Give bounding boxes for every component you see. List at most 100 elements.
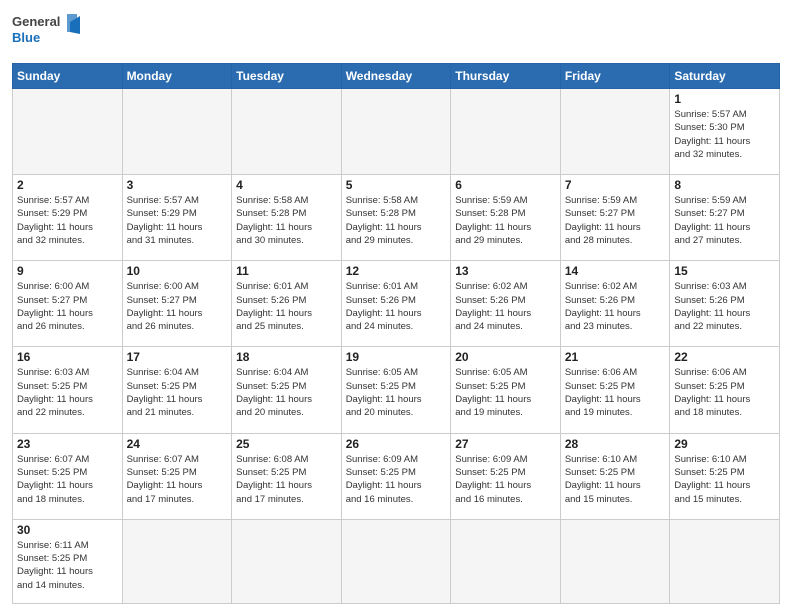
calendar-cell: 4 Sunrise: 5:58 AM Sunset: 5:28 PM Daylig… (232, 175, 342, 261)
day-info: Sunrise: 6:01 AM Sunset: 5:26 PM Dayligh… (236, 280, 337, 333)
day-info: Sunrise: 6:05 AM Sunset: 5:25 PM Dayligh… (346, 366, 447, 419)
day-number: 28 (565, 437, 666, 451)
calendar-cell: 15 Sunrise: 6:03 AM Sunset: 5:26 PM Dayli… (670, 261, 780, 347)
calendar-table: SundayMondayTuesdayWednesdayThursdayFrid… (12, 63, 780, 604)
calendar-cell: 17 Sunrise: 6:04 AM Sunset: 5:25 PM Dayli… (122, 347, 232, 433)
calendar-cell (232, 89, 342, 175)
day-info: Sunrise: 5:57 AM Sunset: 5:30 PM Dayligh… (674, 108, 775, 161)
day-info: Sunrise: 6:08 AM Sunset: 5:25 PM Dayligh… (236, 453, 337, 506)
day-info: Sunrise: 5:59 AM Sunset: 5:27 PM Dayligh… (565, 194, 666, 247)
calendar-cell (232, 519, 342, 603)
day-number: 11 (236, 264, 337, 278)
calendar-cell (451, 519, 561, 603)
day-info: Sunrise: 6:03 AM Sunset: 5:26 PM Dayligh… (674, 280, 775, 333)
day-info: Sunrise: 5:59 AM Sunset: 5:28 PM Dayligh… (455, 194, 556, 247)
day-number: 22 (674, 350, 775, 364)
week-row-2: 2 Sunrise: 5:57 AM Sunset: 5:29 PM Daylig… (13, 175, 780, 261)
calendar-cell: 2 Sunrise: 5:57 AM Sunset: 5:29 PM Daylig… (13, 175, 123, 261)
header: General Blue (12, 10, 780, 55)
day-number: 4 (236, 178, 337, 192)
calendar-cell: 16 Sunrise: 6:03 AM Sunset: 5:25 PM Dayli… (13, 347, 123, 433)
day-number: 19 (346, 350, 447, 364)
day-info: Sunrise: 6:04 AM Sunset: 5:25 PM Dayligh… (127, 366, 228, 419)
day-number: 7 (565, 178, 666, 192)
day-info: Sunrise: 5:59 AM Sunset: 5:27 PM Dayligh… (674, 194, 775, 247)
calendar-cell (122, 89, 232, 175)
calendar-cell: 11 Sunrise: 6:01 AM Sunset: 5:26 PM Dayli… (232, 261, 342, 347)
day-number: 18 (236, 350, 337, 364)
day-info: Sunrise: 5:57 AM Sunset: 5:29 PM Dayligh… (17, 194, 118, 247)
day-number: 16 (17, 350, 118, 364)
day-number: 1 (674, 92, 775, 106)
weekday-header-friday: Friday (560, 64, 670, 89)
day-number: 23 (17, 437, 118, 451)
day-number: 17 (127, 350, 228, 364)
day-number: 27 (455, 437, 556, 451)
day-info: Sunrise: 6:09 AM Sunset: 5:25 PM Dayligh… (455, 453, 556, 506)
calendar-cell (560, 519, 670, 603)
day-info: Sunrise: 5:58 AM Sunset: 5:28 PM Dayligh… (236, 194, 337, 247)
day-number: 6 (455, 178, 556, 192)
calendar-cell: 1 Sunrise: 5:57 AM Sunset: 5:30 PM Daylig… (670, 89, 780, 175)
calendar-cell (560, 89, 670, 175)
day-number: 20 (455, 350, 556, 364)
calendar-cell: 9Sunrise: 6:00 AM Sunset: 5:27 PM Daylig… (13, 261, 123, 347)
logo-svg: General Blue (12, 10, 82, 55)
calendar-cell (670, 519, 780, 603)
weekday-header-thursday: Thursday (451, 64, 561, 89)
calendar-cell: 22Sunrise: 6:06 AM Sunset: 5:25 PM Dayli… (670, 347, 780, 433)
day-info: Sunrise: 6:04 AM Sunset: 5:25 PM Dayligh… (236, 366, 337, 419)
week-row-4: 16 Sunrise: 6:03 AM Sunset: 5:25 PM Dayli… (13, 347, 780, 433)
calendar-cell: 20 Sunrise: 6:05 AM Sunset: 5:25 PM Dayli… (451, 347, 561, 433)
svg-text:Blue: Blue (12, 30, 40, 45)
svg-text:General: General (12, 14, 60, 29)
day-info: Sunrise: 6:09 AM Sunset: 5:25 PM Dayligh… (346, 453, 447, 506)
calendar-cell: 5Sunrise: 5:58 AM Sunset: 5:28 PM Daylig… (341, 175, 451, 261)
day-number: 14 (565, 264, 666, 278)
calendar-cell: 8Sunrise: 5:59 AM Sunset: 5:27 PM Daylig… (670, 175, 780, 261)
day-info: Sunrise: 6:11 AM Sunset: 5:25 PM Dayligh… (17, 539, 118, 592)
day-number: 26 (346, 437, 447, 451)
weekday-header-monday: Monday (122, 64, 232, 89)
day-number: 21 (565, 350, 666, 364)
day-info: Sunrise: 6:03 AM Sunset: 5:25 PM Dayligh… (17, 366, 118, 419)
weekday-header-wednesday: Wednesday (341, 64, 451, 89)
weekday-header-saturday: Saturday (670, 64, 780, 89)
calendar-cell: 21Sunrise: 6:06 AM Sunset: 5:25 PM Dayli… (560, 347, 670, 433)
calendar-cell: 27 Sunrise: 6:09 AM Sunset: 5:25 PM Dayli… (451, 433, 561, 519)
page: General Blue SundayMondayTuesdayWednesda… (0, 0, 792, 612)
day-info: Sunrise: 5:57 AM Sunset: 5:29 PM Dayligh… (127, 194, 228, 247)
day-info: Sunrise: 6:02 AM Sunset: 5:26 PM Dayligh… (455, 280, 556, 333)
week-row-6: 30Sunrise: 6:11 AM Sunset: 5:25 PM Dayli… (13, 519, 780, 603)
calendar-cell: 6 Sunrise: 5:59 AM Sunset: 5:28 PM Daylig… (451, 175, 561, 261)
calendar-cell: 23Sunrise: 6:07 AM Sunset: 5:25 PM Dayli… (13, 433, 123, 519)
calendar-cell: 19 Sunrise: 6:05 AM Sunset: 5:25 PM Dayli… (341, 347, 451, 433)
week-row-3: 9Sunrise: 6:00 AM Sunset: 5:27 PM Daylig… (13, 261, 780, 347)
week-row-1: 1 Sunrise: 5:57 AM Sunset: 5:30 PM Daylig… (13, 89, 780, 175)
day-number: 13 (455, 264, 556, 278)
day-info: Sunrise: 6:10 AM Sunset: 5:25 PM Dayligh… (674, 453, 775, 506)
weekday-header-row: SundayMondayTuesdayWednesdayThursdayFrid… (13, 64, 780, 89)
day-number: 15 (674, 264, 775, 278)
calendar-cell: 12 Sunrise: 6:01 AM Sunset: 5:26 PM Dayli… (341, 261, 451, 347)
day-number: 25 (236, 437, 337, 451)
day-info: Sunrise: 5:58 AM Sunset: 5:28 PM Dayligh… (346, 194, 447, 247)
day-info: Sunrise: 6:00 AM Sunset: 5:27 PM Dayligh… (127, 280, 228, 333)
calendar-cell: 30Sunrise: 6:11 AM Sunset: 5:25 PM Dayli… (13, 519, 123, 603)
logo: General Blue (12, 10, 82, 55)
calendar-cell: 29 Sunrise: 6:10 AM Sunset: 5:25 PM Dayli… (670, 433, 780, 519)
day-number: 12 (346, 264, 447, 278)
day-info: Sunrise: 6:05 AM Sunset: 5:25 PM Dayligh… (455, 366, 556, 419)
calendar-cell (341, 89, 451, 175)
calendar-cell (341, 519, 451, 603)
day-number: 2 (17, 178, 118, 192)
day-info: Sunrise: 6:02 AM Sunset: 5:26 PM Dayligh… (565, 280, 666, 333)
day-number: 10 (127, 264, 228, 278)
calendar-cell (122, 519, 232, 603)
day-number: 3 (127, 178, 228, 192)
calendar-cell: 25 Sunrise: 6:08 AM Sunset: 5:25 PM Dayli… (232, 433, 342, 519)
day-number: 29 (674, 437, 775, 451)
day-info: Sunrise: 6:01 AM Sunset: 5:26 PM Dayligh… (346, 280, 447, 333)
weekday-header-tuesday: Tuesday (232, 64, 342, 89)
calendar-cell: 13 Sunrise: 6:02 AM Sunset: 5:26 PM Dayli… (451, 261, 561, 347)
